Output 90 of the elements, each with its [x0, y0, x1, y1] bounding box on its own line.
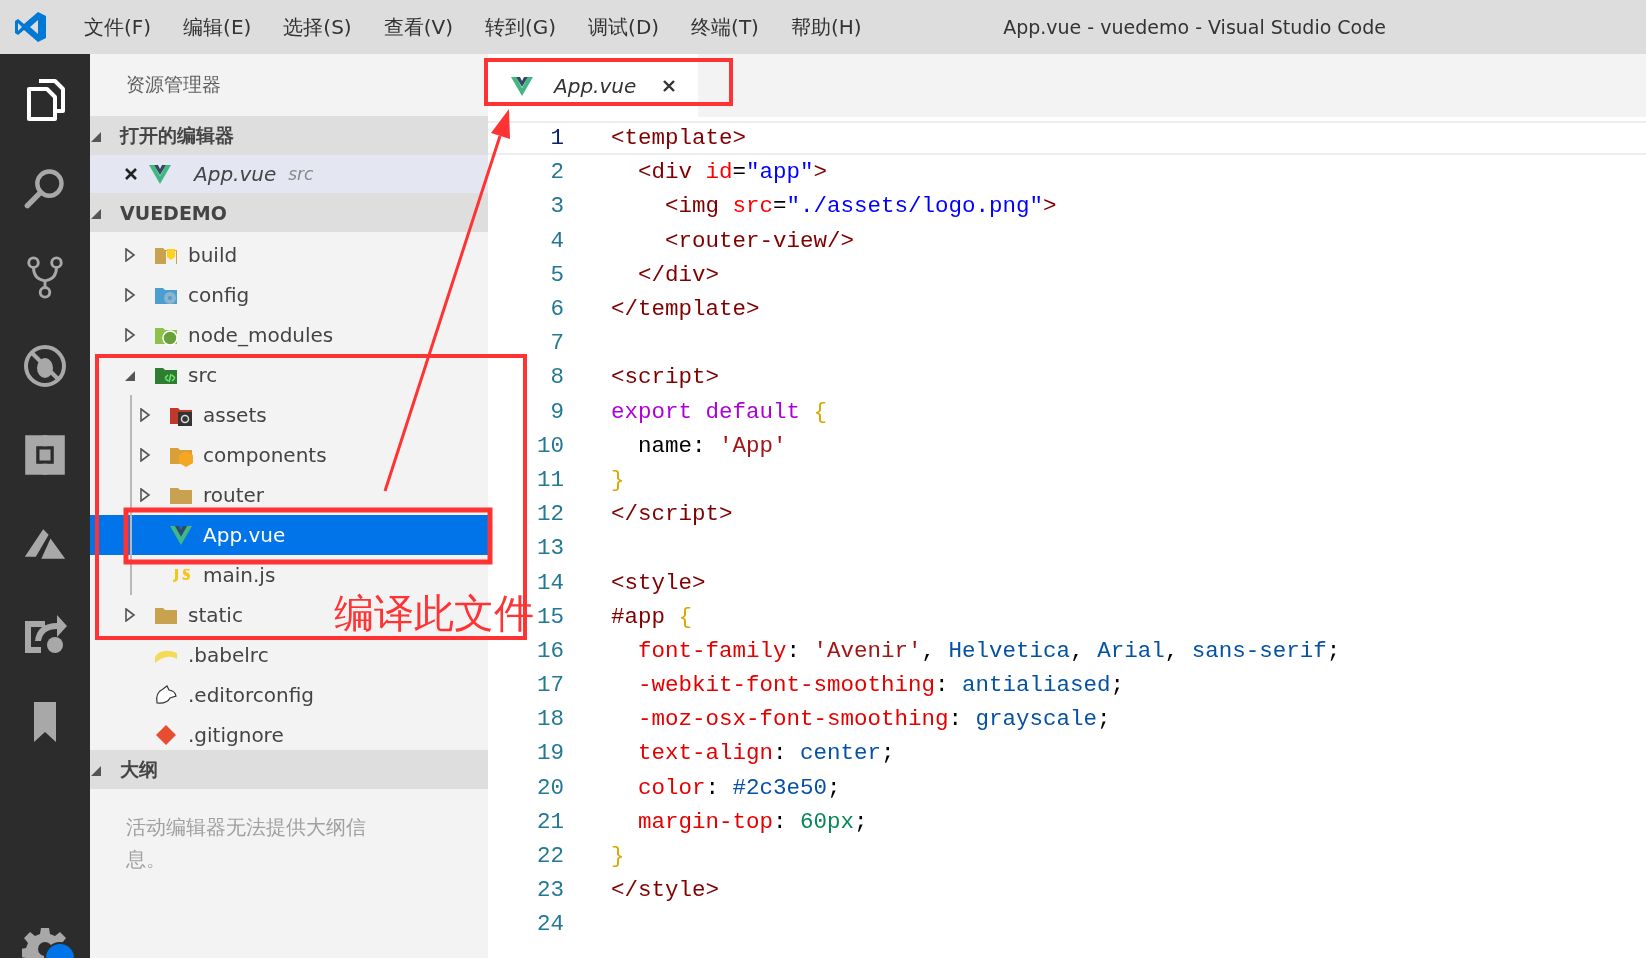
collapsed-icon[interactable]	[139, 488, 151, 502]
code-line: export default {	[611, 398, 828, 425]
line-number: 4	[550, 227, 564, 254]
code-line: </style>	[611, 877, 720, 904]
line-number: 11	[537, 466, 564, 493]
line-number: 1	[550, 125, 564, 152]
line-number: 21	[537, 808, 564, 835]
selected-file-row[interactable]: App.vue	[90, 515, 488, 555]
code-line: -moz-osx-font-smoothing: grayscale;	[637, 706, 1111, 733]
collapsed-icon[interactable]	[124, 288, 136, 302]
line-number: 10	[537, 432, 564, 459]
line-number: 12	[537, 501, 564, 528]
menu-item[interactable]: 编辑(E)	[173, 13, 262, 41]
line-number: 20	[537, 774, 564, 801]
folder-name[interactable]: router	[203, 483, 265, 507]
code-line: <template>	[611, 125, 747, 152]
menu-item[interactable]: 选择(S)	[273, 13, 362, 41]
line-number: 9	[550, 398, 564, 425]
folder-name[interactable]: node_modules	[188, 323, 334, 347]
outline-message: 活动编辑器无法提供大纲信息。	[126, 814, 367, 873]
code-line: }	[611, 843, 625, 870]
vue-icon	[169, 523, 193, 547]
collapsed-icon[interactable]	[124, 608, 136, 622]
logo-icon	[14, 10, 48, 44]
code-line: }	[611, 466, 625, 493]
code-line: </script>	[611, 501, 733, 528]
extensions-icon[interactable]	[23, 432, 67, 477]
line-number: 22	[537, 843, 564, 870]
line-number: 14	[537, 569, 564, 596]
sidebar-title: 资源管理器	[125, 72, 222, 97]
code-line: <script>	[611, 364, 720, 391]
line-number: 15	[537, 603, 564, 630]
code-line: </template>	[611, 296, 760, 323]
window-title: App.vue - vuedemo - Visual Studio Code	[1003, 16, 1386, 38]
line-number: 7	[550, 330, 564, 357]
no-bug-icon[interactable]	[23, 343, 67, 388]
code-line: <div id="app">	[637, 159, 828, 186]
code-line: <style>	[611, 569, 706, 596]
folder-name[interactable]: static	[188, 603, 243, 627]
menu-item[interactable]: 帮助(H)	[780, 13, 872, 41]
collapsed-icon[interactable]	[124, 248, 136, 262]
line-number: 24	[537, 911, 564, 938]
menu-item[interactable]: 查看(V)	[373, 13, 463, 41]
menu-item[interactable]: 调试(D)	[578, 13, 670, 41]
menu-item[interactable]: 终端(T)	[681, 13, 769, 41]
file-name: App.vue	[194, 162, 277, 186]
folder-name[interactable]: config	[188, 283, 250, 307]
section-header[interactable]: VUEDEMO	[90, 193, 488, 232]
collapsed-icon[interactable]	[124, 328, 136, 342]
code-line: #app {	[611, 603, 693, 630]
line-number: 19	[537, 740, 564, 767]
line-number: 6	[550, 296, 564, 323]
menu-item[interactable]: 转到(G)	[474, 13, 567, 41]
line-number: 8	[550, 364, 564, 391]
file-name[interactable]: .babelrc	[188, 643, 269, 667]
section-header[interactable]: 打开的编辑器	[90, 116, 488, 155]
code-line: color: #2c3e50;	[637, 774, 841, 801]
line-number: 16	[537, 637, 564, 664]
code-line: </div>	[637, 261, 720, 288]
code-line: -webkit-font-smoothing: antialiased;	[637, 672, 1125, 699]
line-number: 18	[537, 706, 564, 733]
folder-name: src	[288, 164, 314, 184]
code-line: <img src="./assets/logo.png">	[664, 193, 1057, 220]
close-icon[interactable]	[662, 78, 676, 93]
code-line: font-family: 'Avenir', Helvetica, Arial, sans-serif;	[637, 637, 1341, 664]
vue-icon	[148, 162, 172, 186]
diamond-icon	[154, 723, 178, 747]
code-line: <router-view/>	[664, 227, 855, 254]
section-header[interactable]: 大纲	[90, 750, 488, 789]
line-number: 13	[537, 535, 564, 562]
folder-name[interactable]: src	[188, 363, 218, 387]
line-number: 17	[537, 672, 564, 699]
file-name[interactable]: .editorconfig	[188, 683, 314, 707]
line-number: 5	[550, 261, 564, 288]
folder-name[interactable]: components	[203, 443, 327, 467]
line-number: 3	[550, 193, 564, 220]
collapsed-icon[interactable]	[139, 448, 151, 462]
file-name[interactable]: main.js	[203, 563, 276, 587]
line-number: 23	[537, 877, 564, 904]
open-editor-row[interactable]: App.vue src	[90, 155, 488, 193]
code-line: margin-top: 60px;	[637, 808, 868, 835]
code-line: text-align: center;	[637, 740, 895, 767]
collapsed-icon[interactable]	[139, 408, 151, 422]
line-number: 2	[550, 159, 564, 186]
code-line: name: 'App'	[637, 432, 787, 459]
file-name[interactable]: .gitignore	[188, 723, 284, 747]
menu-item[interactable]: 文件(F)	[74, 13, 162, 41]
folder-name[interactable]: assets	[203, 403, 267, 427]
folder-name[interactable]: build	[188, 243, 238, 267]
close-icon[interactable]	[124, 167, 138, 181]
